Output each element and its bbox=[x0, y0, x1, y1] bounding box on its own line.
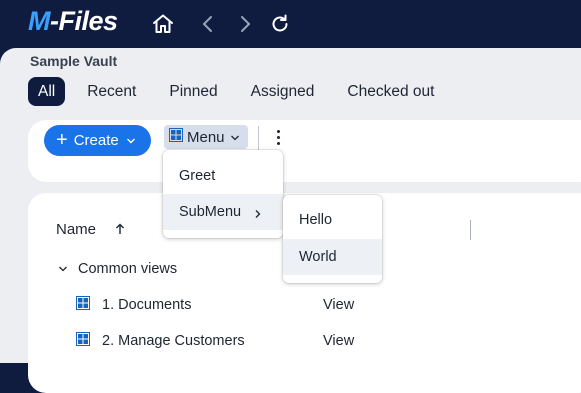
view-icon bbox=[76, 296, 90, 314]
toolbar-divider bbox=[258, 126, 259, 150]
chevron-down-icon bbox=[230, 129, 240, 146]
tab-assigned[interactable]: Assigned bbox=[240, 77, 326, 106]
tab-all[interactable]: All bbox=[28, 77, 66, 106]
list-item-type: View bbox=[323, 333, 355, 349]
more-options-icon[interactable] bbox=[271, 127, 285, 147]
tab-recent[interactable]: Recent bbox=[76, 77, 147, 106]
m-files-logo[interactable]: M-Files bbox=[28, 6, 118, 37]
chevron-down-icon bbox=[58, 261, 68, 277]
home-icon[interactable] bbox=[150, 11, 176, 37]
grid-icon bbox=[169, 128, 183, 146]
chevron-right-icon bbox=[254, 207, 262, 223]
list-item-name: 1. Documents bbox=[102, 297, 192, 313]
create-button[interactable]: + Create bbox=[44, 125, 151, 156]
column-header-name[interactable]: Name bbox=[56, 221, 96, 238]
menu-item-submenu[interactable]: SubMenu bbox=[163, 194, 283, 230]
menu-button[interactable]: Menu bbox=[164, 125, 248, 149]
top-bar: M-Files bbox=[0, 0, 581, 48]
menu-item-greet[interactable]: Greet bbox=[163, 158, 283, 194]
view-icon bbox=[76, 332, 90, 350]
create-label: Create bbox=[73, 132, 119, 149]
sort-ascending-icon[interactable] bbox=[115, 222, 125, 238]
submenu-item-world[interactable]: World bbox=[283, 239, 382, 275]
column-resize-handle[interactable] bbox=[470, 220, 471, 240]
chevron-right-icon[interactable] bbox=[232, 11, 258, 37]
list-item-type: View bbox=[323, 297, 355, 313]
filter-tabs: All Recent Pinned Assigned Checked out bbox=[28, 77, 456, 106]
tab-pinned[interactable]: Pinned bbox=[158, 77, 228, 106]
group-common-views[interactable]: Common views bbox=[56, 261, 177, 277]
toolbar: + Create Menu bbox=[28, 120, 581, 182]
chevron-left-icon[interactable] bbox=[195, 11, 221, 37]
refresh-icon[interactable] bbox=[267, 11, 293, 37]
menu-item-label: SubMenu bbox=[179, 204, 242, 220]
vault-name: Sample Vault bbox=[30, 53, 118, 69]
group-label: Common views bbox=[78, 261, 178, 277]
submenu-dropdown: Hello World bbox=[283, 195, 382, 283]
chevron-down-icon bbox=[126, 132, 136, 149]
tab-checked-out[interactable]: Checked out bbox=[336, 77, 445, 106]
submenu-item-hello[interactable]: Hello bbox=[283, 202, 382, 238]
list-item[interactable]: 2. Manage Customers bbox=[76, 332, 245, 350]
menu-dropdown: Greet SubMenu bbox=[163, 150, 283, 238]
plus-icon: + bbox=[56, 128, 68, 151]
list-item[interactable]: 1. Documents bbox=[76, 296, 191, 314]
menu-label: Menu bbox=[187, 128, 225, 146]
list-item-name: 2. Manage Customers bbox=[102, 333, 245, 349]
